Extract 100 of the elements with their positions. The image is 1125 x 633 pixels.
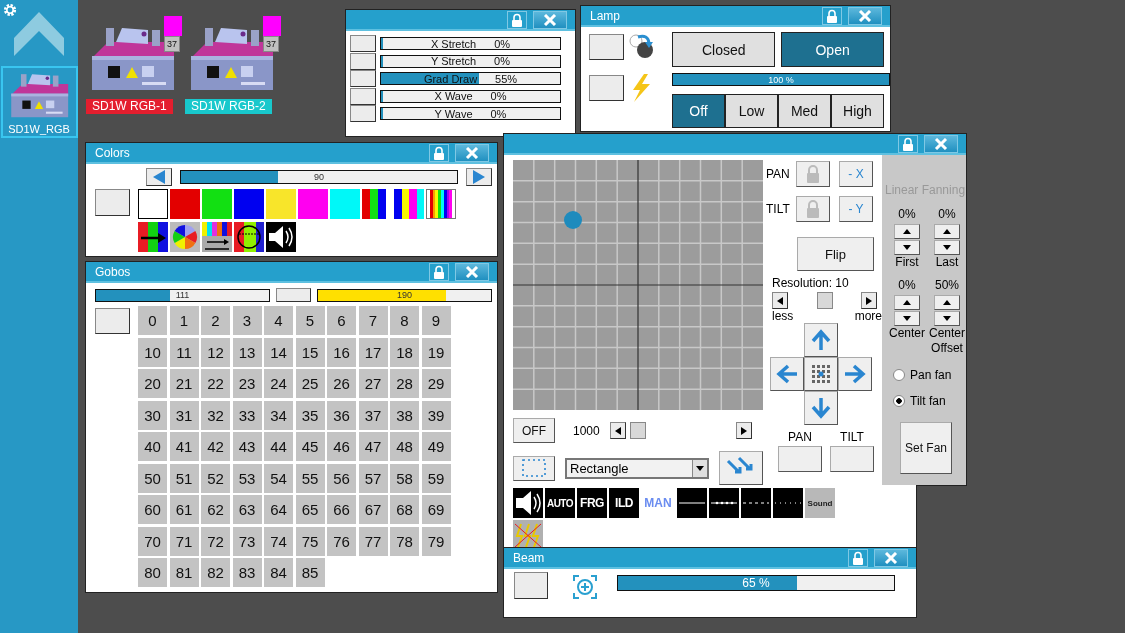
gobo-button[interactable]: 14 [264,337,293,367]
radio-button[interactable] [893,395,905,407]
gobo-button[interactable]: 82 [201,558,230,587]
slider-thumb[interactable] [630,422,647,439]
fixture-label[interactable]: SD1W RGB-1 [86,99,173,114]
lock-button[interactable] [822,6,842,25]
gobo-button[interactable]: 0 [138,306,167,335]
left-button[interactable] [770,357,804,391]
decrease-button[interactable] [934,240,960,255]
gobo-button[interactable]: 69 [421,495,451,524]
gobo-button[interactable]: 49 [421,432,451,461]
gobo-button[interactable]: 80 [138,558,167,587]
gobo-button[interactable]: 37 [358,400,388,430]
flip-button[interactable]: Flip [797,237,874,271]
gobo-button[interactable]: 10 [138,337,167,367]
slider[interactable]: Y Stretch 0% [380,54,561,68]
gobo-button[interactable]: 34 [264,400,293,430]
slider[interactable]: X Stretch 0% [380,37,561,51]
gobo-button[interactable]: 44 [264,432,293,461]
gobo-button[interactable]: 79 [421,526,451,556]
gobo-button[interactable]: 72 [201,526,230,556]
gobo-button[interactable]: 40 [138,432,167,461]
close-button[interactable] [533,10,567,29]
gobo-button[interactable]: 33 [232,400,262,430]
color-swatch[interactable] [234,189,264,219]
tilt-field[interactable] [830,446,874,472]
stripes-swatch[interactable] [394,189,424,219]
gobo-button[interactable]: 66 [327,495,356,524]
mode-button[interactable]: ILD [609,488,639,518]
slider[interactable]: Y Wave 0% [380,107,561,121]
color-swatch[interactable] [170,189,200,219]
line-pattern-button[interactable] [677,488,707,518]
shape-button[interactable] [513,455,555,481]
line-pattern-button[interactable] [741,488,771,518]
gobo-button[interactable]: 78 [390,526,419,556]
gobo-button[interactable]: 4 [264,306,293,335]
gobo-button[interactable]: 32 [201,400,230,430]
color-swatch[interactable] [298,189,328,219]
gobo-button[interactable]: 77 [358,526,388,556]
gobo-button[interactable]: 85 [295,558,325,587]
gobo-button[interactable]: 63 [232,495,262,524]
shape-dropdown[interactable]: Rectangle [565,457,709,479]
gobo-button[interactable]: 50 [138,463,167,493]
color-swatch[interactable] [202,189,232,219]
gobo-button[interactable]: 71 [169,526,199,556]
invert-button[interactable]: - Y [839,196,873,222]
gobo-button[interactable]: 31 [169,400,199,430]
swap-button[interactable] [719,451,763,485]
gobo-button[interactable]: 57 [358,463,388,493]
gobo-button[interactable]: 41 [169,432,199,461]
gobo-button[interactable]: 54 [264,463,293,493]
gobo-button[interactable]: 16 [327,337,356,367]
gobo-button[interactable]: 11 [169,337,199,367]
sound-button[interactable] [513,488,543,518]
mode-button[interactable]: Off [672,94,725,128]
effect-button[interactable] [138,222,168,252]
position-dot[interactable] [564,211,582,229]
square-button[interactable] [514,572,548,599]
gobo-button[interactable]: 74 [264,526,293,556]
stripes-swatch[interactable] [426,189,456,219]
decrease-button[interactable] [934,311,960,326]
gobo-button[interactable]: 84 [264,558,293,587]
gobo-button[interactable]: 36 [327,400,356,430]
gobo-button[interactable]: 46 [327,432,356,461]
gobo-button[interactable]: 20 [138,369,167,398]
scroll-right-button[interactable] [735,422,752,439]
lock-button[interactable] [429,262,449,281]
gobo-button[interactable]: 75 [295,526,325,556]
gobo-button[interactable]: 45 [295,432,325,461]
gobo-button[interactable]: 24 [264,369,293,398]
gobo-button[interactable]: 8 [390,306,419,335]
gobo-button[interactable]: 60 [138,495,167,524]
slider[interactable]: 190 [317,288,492,302]
lock-button[interactable] [429,143,449,162]
gobo-button[interactable]: 22 [201,369,230,398]
gobo-button[interactable]: 62 [201,495,230,524]
gobo-button[interactable]: 43 [232,432,262,461]
effect-button[interactable] [266,222,296,252]
gobo-button[interactable]: 55 [295,463,325,493]
gobo-button[interactable]: 73 [232,526,262,556]
sound-mode-button[interactable]: Sound [805,488,835,518]
gobo-button[interactable]: 35 [295,400,325,430]
decrease-button[interactable] [894,240,920,255]
lock-button[interactable] [796,196,830,222]
radio-button[interactable] [893,369,905,381]
slider[interactable]: X Wave 0% [380,89,561,103]
gobo-button[interactable]: 25 [295,369,325,398]
gobo-button[interactable]: 26 [327,369,356,398]
slider[interactable]: 100 % [672,73,890,86]
gobo-button[interactable]: 81 [169,558,199,587]
gobo-button[interactable]: 61 [169,495,199,524]
mode-button[interactable]: FRG [577,488,607,518]
gobo-button[interactable]: 51 [169,463,199,493]
center-button[interactable] [804,357,838,391]
lock-button[interactable] [507,10,527,29]
gobo-button[interactable]: 42 [201,432,230,461]
square-button[interactable] [95,189,130,216]
lock-button[interactable] [848,548,868,567]
slider-thumb[interactable] [816,292,833,309]
increase-button[interactable] [894,295,920,310]
